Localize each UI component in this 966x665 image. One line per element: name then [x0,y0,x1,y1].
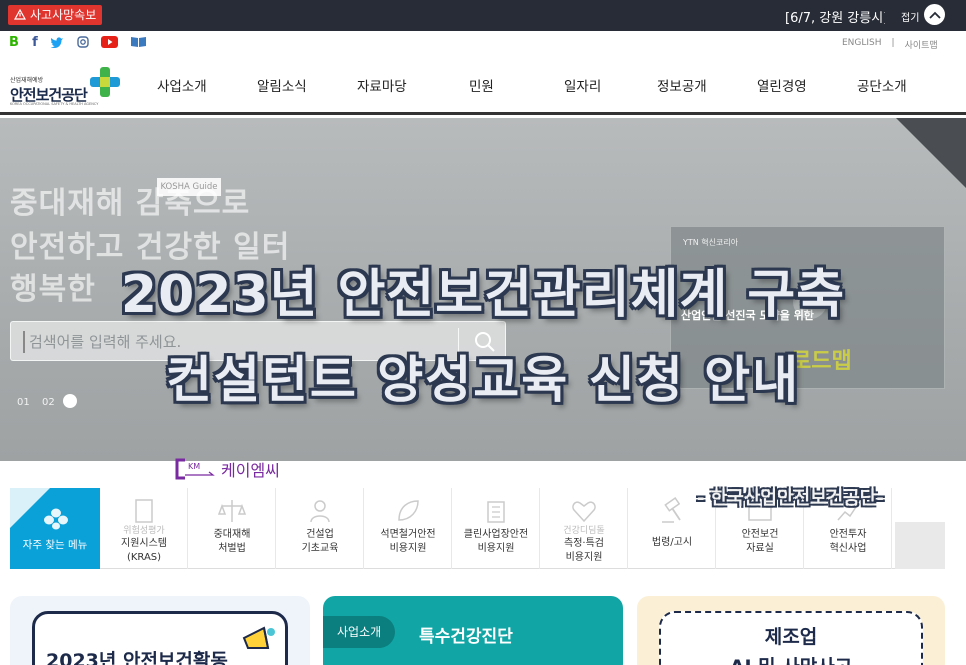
quick-item-label: 중대재해 처벌법 [213,529,251,554]
kmc-brand-text: 케이엠씨 [221,461,280,480]
book-icon[interactable] [130,35,147,49]
nav-resources[interactable]: 자료마당 [357,75,407,95]
leaf-icon [398,500,419,521]
social-bar: B f ENGLISH | 사이트맵 [0,31,966,55]
worker-icon [310,500,330,523]
english-link[interactable]: ENGLISH [842,38,882,51]
heart-icon [572,501,596,523]
nav-jobs[interactable]: 일자리 [564,75,601,95]
quick-item-label: 건설업 기초교육 [301,529,339,554]
quick-item-label: 석면철거안전 비용지원 [380,529,436,554]
main-header: 산업재해예방 안전보건공단 KOREA OCCUPATIONAL SAFETY … [0,55,966,115]
activity-card[interactable]: 2023년 안전보건활동 [10,596,310,665]
document-icon [135,499,153,523]
quick-item-label: 법령/고시 [651,537,693,548]
warning-icon [14,9,26,20]
top-alert-bar: 사고사망속보 [6/7, 강원 강릉시] 신 접기 [0,0,966,31]
health-exam-card-title: 특수건강진단 [419,627,513,647]
building-icon [487,501,505,523]
quick-item-label: 측정·특검 비용지원 [564,538,604,563]
megaphone-icon [242,626,275,649]
sitemap-link[interactable]: 사이트맵 [905,38,938,51]
quick-item-label: 안전보건 자료실 [741,529,779,554]
source-credit: - 한국산업안전보건공단- [697,488,884,509]
twitter-icon[interactable] [50,35,64,49]
quick-item-clean-workplace-support[interactable]: 클린사업장안전 비용지원 [452,488,540,569]
quick-menu-header-label: 자주 찾는 메뉴 [22,539,88,551]
health-exam-card[interactable]: 사업소개 특수건강진단 [323,596,623,665]
alert-badge-label: 사고사망속보 [30,8,97,22]
overlay-title-line-1: 2023년 안전보건관리체계 구축 [120,265,846,325]
quick-item-ghost: 위험성평가 [123,526,165,536]
manufacturing-card[interactable]: 제조업 AI 및 사망사고 [637,596,945,665]
kmc-logo-icon: KM [175,458,215,480]
clover-icon [44,508,68,530]
health-exam-card-tag: 사업소개 [323,616,396,648]
nav-about[interactable]: 공단소개 [857,75,907,95]
activity-card-title: 2023년 안전보건활동 [46,650,228,665]
scale-icon [217,500,247,522]
nav-civil-petition[interactable]: 민원 [469,75,494,95]
logo-english: KOREA OCCUPATIONAL SAFETY & HEALTH AGENC… [10,102,99,106]
quick-item-construction-education[interactable]: 건설업 기초교육 [276,488,364,569]
alert-ticker-text[interactable]: [6/7, 강원 강릉시] 신 [785,7,885,26]
quick-item-kras[interactable]: 위험성평가 지원시스템 (KRAS) [100,488,188,569]
gavel-icon [662,497,681,523]
youtube-icon[interactable] [101,35,118,49]
quick-item-label: 지원시스템 (KRAS) [121,538,167,563]
quick-item-ghost: 건강디딤돌 [563,526,605,536]
nav-news[interactable]: 알림소식 [257,75,307,95]
quick-item-serious-accident-law[interactable]: 중대재해 처벌법 [188,488,276,569]
util-separator: | [891,38,895,48]
facebook-icon[interactable]: f [30,35,40,50]
fold-label[interactable]: 접기 [901,9,919,24]
quick-item-asbestos-support[interactable]: 석면철거안전 비용지원 [364,488,452,569]
video-tag: YTN 혁신코리아 [683,238,739,247]
kmc-mark: KM [188,462,200,471]
manufacturing-card-subtitle: AI 및 사망사고 [637,652,945,665]
kosha-logo[interactable]: 산업재해예방 안전보건공단 KOREA OCCUPATIONAL SAFETY … [10,65,120,109]
instagram-icon[interactable] [77,35,89,49]
kosha-guide-tag[interactable]: KOSHA Guide [157,178,221,196]
accident-alert-badge[interactable]: 사고사망속보 [8,5,103,25]
quick-menu-header: 자주 찾는 메뉴 [10,488,100,569]
blog-icon[interactable]: B [9,35,19,50]
fold-button[interactable] [924,4,945,25]
quick-item-label: 클린사업장안전 비용지원 [463,529,529,554]
hero-corner-decoration [896,118,966,188]
manufacturing-card-title: 제조업 [764,626,818,648]
chevron-up-icon [928,11,941,19]
kmc-brand: KM 케이엠씨 [175,457,280,481]
nav-open-management[interactable]: 열린경영 [757,75,807,95]
quick-item-label: 안전투자 혁신사업 [829,529,867,554]
quick-menu-more-button[interactable] [895,522,945,569]
nav-business[interactable]: 사업소개 [157,75,207,95]
quick-item-measurement-support[interactable]: 건강디딤돌 측정·특검 비용지원 [540,488,628,569]
logo-top-text: 산업재해예방 [10,77,44,84]
logo-cross-icon [90,67,120,97]
overlay-title-line-2: 컨설턴트 양성교육 신청 안내 [165,351,801,409]
nav-disclosure[interactable]: 정보공개 [657,75,707,95]
